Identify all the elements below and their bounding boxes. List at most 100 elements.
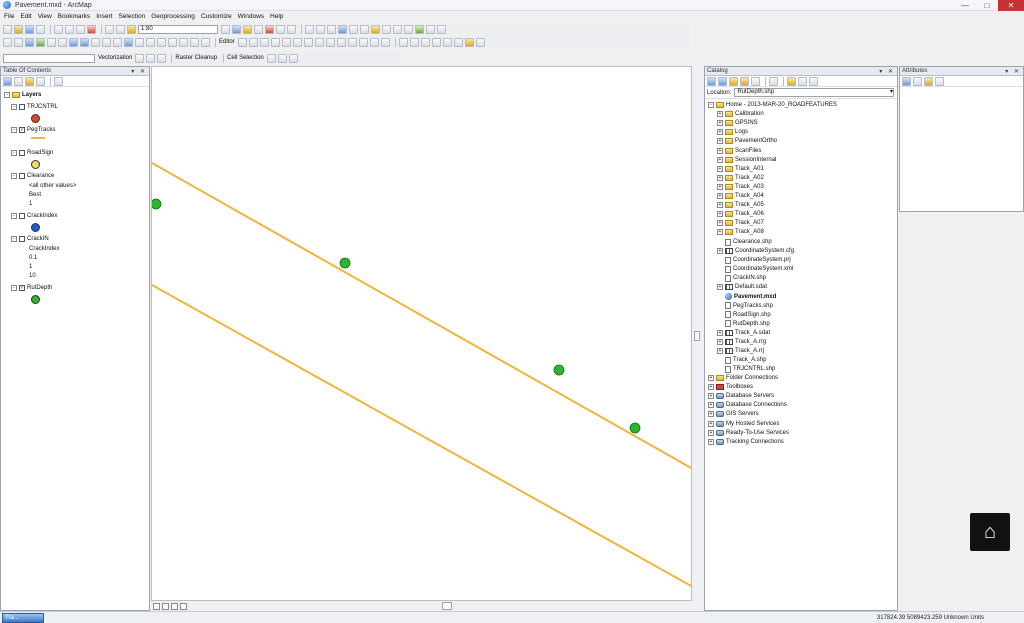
point-symbol-icon[interactable] <box>31 295 40 304</box>
home-overlay-button[interactable]: ⌂ <box>970 513 1010 551</box>
catalog-item[interactable]: + My Hosted Services <box>708 420 779 427</box>
catalog-item[interactable]: + Track_A08 <box>717 229 764 236</box>
view-options-icon[interactable] <box>769 76 778 86</box>
tool-j-icon[interactable] <box>404 24 413 34</box>
expand-icon[interactable]: + <box>708 402 714 409</box>
catalog-item[interactable]: CoordinateSystem.prj <box>717 256 791 264</box>
tool-g-icon[interactable] <box>371 24 380 34</box>
expand-icon[interactable]: + <box>717 183 723 190</box>
list-by-visibility-icon[interactable] <box>25 76 34 86</box>
tool-e-icon[interactable] <box>349 24 358 34</box>
menu-insert[interactable]: Insert <box>96 13 112 20</box>
toc-layer-trjcntrl[interactable]: - TRJCNTRL <box>11 104 58 110</box>
tool-s-icon[interactable] <box>431 37 441 47</box>
options-icon[interactable] <box>54 76 63 86</box>
layout-view-icon[interactable] <box>162 602 169 610</box>
expand-icon[interactable]: + <box>717 211 723 218</box>
catalog-options-icon[interactable] <box>809 76 818 86</box>
catalog-item[interactable]: + Folder Connections <box>708 375 778 381</box>
find-icon[interactable] <box>135 37 144 47</box>
menu-help[interactable]: Help <box>270 13 283 20</box>
toc-window-icon[interactable] <box>232 24 241 34</box>
delete-icon[interactable] <box>87 24 96 34</box>
up-one-level-icon[interactable] <box>729 76 738 86</box>
select-elements-icon[interactable] <box>113 37 122 47</box>
expand-icon[interactable]: + <box>717 220 723 227</box>
expand-icon[interactable]: + <box>717 165 723 172</box>
expand-icon[interactable]: + <box>708 393 714 400</box>
vectorization-trace-icon[interactable] <box>157 53 167 63</box>
peg-track-line[interactable] <box>151 162 694 470</box>
expand-icon[interactable]: + <box>717 156 723 163</box>
vectorization-menu[interactable]: Vectorization <box>98 55 132 61</box>
create-features-icon[interactable] <box>380 37 390 47</box>
expand-icon[interactable]: + <box>717 284 723 290</box>
map-scale-combo[interactable]: 1:80 <box>138 24 218 34</box>
tool-q-icon[interactable] <box>409 37 419 47</box>
edit-annotation-icon[interactable] <box>248 37 258 47</box>
menu-bookmarks[interactable]: Bookmarks <box>58 13 91 20</box>
tool-b-icon[interactable] <box>316 24 325 34</box>
cell-selection-menu[interactable]: Cell Selection <box>227 55 264 61</box>
forward-extent-icon[interactable] <box>80 37 89 47</box>
print-icon[interactable] <box>36 24 45 34</box>
zoom-in-icon[interactable] <box>3 37 12 47</box>
catalog-item[interactable]: + Track_A04 <box>717 193 764 199</box>
cell-clear-icon[interactable] <box>288 53 298 63</box>
zoom-out-icon[interactable] <box>14 37 23 47</box>
collapse-icon[interactable]: - <box>11 173 17 179</box>
expand-icon[interactable]: + <box>708 429 714 436</box>
panel-splitter[interactable] <box>692 66 704 611</box>
vectorization-settings-icon[interactable] <box>146 53 156 63</box>
fixed-zoom-out-icon[interactable] <box>58 37 67 47</box>
open-icon[interactable] <box>14 24 23 34</box>
catalog-item[interactable]: + Track_A.rrg <box>717 338 766 345</box>
cut-polygons-icon[interactable] <box>325 37 335 47</box>
fixed-zoom-in-icon[interactable] <box>47 37 56 47</box>
catalog-item[interactable]: Clearance.shp <box>717 238 772 246</box>
cell-select-icon[interactable] <box>266 53 276 63</box>
catalog-item[interactable]: + GIS Servers <box>708 411 759 418</box>
point-symbol-icon[interactable] <box>31 114 40 123</box>
layer-visibility-checkbox[interactable] <box>19 236 25 242</box>
refresh-icon[interactable] <box>171 602 178 610</box>
point-symbol-icon[interactable] <box>31 160 40 169</box>
tool-f-icon[interactable] <box>360 24 369 34</box>
taskbar-button[interactable]: Tra... <box>2 612 44 623</box>
peg-track-line[interactable] <box>151 284 694 588</box>
catalog-item[interactable]: + Toolboxes <box>708 384 753 391</box>
tool-a-icon[interactable] <box>305 24 314 34</box>
layer-symbol[interactable] <box>31 137 48 139</box>
catalog-item[interactable]: + Calibration <box>717 111 764 118</box>
home-folder-icon[interactable] <box>740 76 749 86</box>
data-view-icon[interactable] <box>153 602 160 610</box>
attr-display-icon[interactable] <box>924 76 933 86</box>
layer-symbol[interactable] <box>31 160 40 169</box>
toc-root[interactable]: - Layers <box>4 92 41 98</box>
catalog-item[interactable]: + Tracking Connections <box>708 438 784 445</box>
undo-icon[interactable] <box>105 24 114 34</box>
python-window-icon[interactable] <box>276 24 285 34</box>
list-by-drawing-order-icon[interactable] <box>3 76 12 86</box>
save-icon[interactable] <box>25 24 34 34</box>
collapse-icon[interactable]: - <box>11 104 17 110</box>
tool-u-icon[interactable] <box>453 37 463 47</box>
forward-icon[interactable] <box>718 76 727 86</box>
rotate-icon[interactable] <box>347 37 357 47</box>
arctoolbox-icon[interactable] <box>265 24 274 34</box>
select-features-icon[interactable] <box>91 37 100 47</box>
catalog-item[interactable]: Track_A.shp <box>717 356 766 364</box>
layer-symbol[interactable] <box>31 114 40 123</box>
expand-icon[interactable]: + <box>717 147 723 154</box>
toggle-contents-icon[interactable] <box>787 76 796 86</box>
collapse-icon[interactable]: - <box>11 127 17 133</box>
catalog-item[interactable]: PegTracks.shp <box>717 302 773 310</box>
layer-visibility-checkbox[interactable] <box>19 150 25 156</box>
catalog-item[interactable]: - Home - 2013-MAR-20_ROADFEATURES <box>708 102 837 108</box>
catalog-item[interactable]: + PavementOrtho <box>717 138 777 145</box>
expand-icon[interactable]: + <box>717 174 723 181</box>
editor-toolbar-icon[interactable] <box>221 24 230 34</box>
layer-visibility-checkbox[interactable] <box>19 213 25 219</box>
tool-h-icon[interactable] <box>382 24 391 34</box>
attr-options-icon[interactable] <box>935 76 944 86</box>
